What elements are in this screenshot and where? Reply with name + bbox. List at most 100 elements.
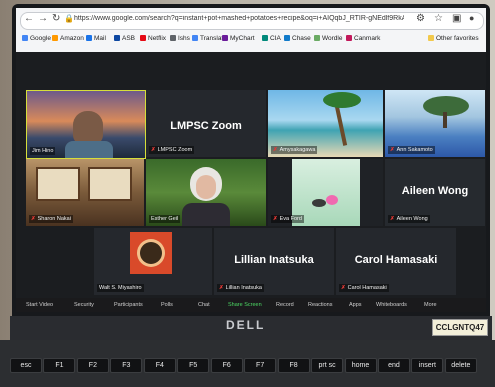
bookmark-label: CIA	[270, 35, 281, 42]
tile-jim-hino[interactable]: Jim Hino	[26, 90, 146, 159]
tile-carol-hamasaki[interactable]: Carol Hamasaki ✗ Carol Hamasaki	[336, 228, 456, 295]
name-tag: ✗ Ann Sakamoto	[388, 146, 435, 154]
zoom-gallery: Jim Hino LMPSC Zoom ✗ LMPSC Zoom ✗ Amysaka…	[16, 52, 486, 298]
back-icon[interactable]: ←	[24, 13, 34, 24]
mic-muted-icon: ✗	[31, 216, 36, 222]
bookmark-mail[interactable]: Mail	[86, 35, 106, 42]
bookmark-icon	[86, 35, 92, 41]
bookmark-label: Chase	[292, 35, 311, 42]
toolbar-start-video[interactable]: Start Video	[26, 302, 53, 308]
tile-ann-sakamoto[interactable]: ✗ Ann Sakamoto	[385, 90, 485, 157]
bookmark-label: Ishs	[178, 35, 190, 42]
key-F7[interactable]: F7	[244, 358, 277, 373]
key-F6[interactable]: F6	[210, 358, 243, 373]
bookmark-icon	[22, 35, 28, 41]
bookmark-icon	[314, 35, 320, 41]
key-delete[interactable]: delete	[444, 358, 477, 373]
key-F3[interactable]: F3	[110, 358, 143, 373]
tile-amysakagawa[interactable]: ✗ Amysakagawa	[268, 90, 383, 157]
asset-sticker: CCLGNTQ47	[432, 319, 488, 336]
tile-walt-miyashiro[interactable]: Walt S. Miyashiro	[94, 228, 212, 295]
bookmark-label: Mail	[94, 35, 106, 42]
name-tag: Esther Geil	[149, 215, 181, 223]
bookmark-wordle[interactable]: Wordle	[314, 35, 342, 42]
key-esc[interactable]: esc	[10, 358, 42, 373]
toolbar-more[interactable]: More	[424, 302, 437, 308]
toolbar-participants[interactable]: Participants	[114, 302, 143, 308]
name-tag: ✗ Amysakagawa	[271, 146, 318, 154]
tile-lillian-inatsuka[interactable]: Lillian Inatsuka ✗ Lillian Inatsuka	[214, 228, 334, 295]
extensions-icon[interactable]: ⚙	[416, 13, 425, 24]
bookmark-asb[interactable]: ASB	[114, 35, 135, 42]
mic-muted-icon: ✗	[273, 147, 278, 153]
key-home[interactable]: home	[344, 358, 377, 373]
big-name: LMPSC Zoom	[170, 120, 242, 132]
tile-aileen-wong[interactable]: Aileen Wong ✗ Aileen Wong	[385, 159, 485, 226]
profile-avatar[interactable]: ●	[469, 13, 474, 23]
collections-icon[interactable]: ▣	[452, 13, 461, 24]
bookmark-label: Amazon	[60, 35, 84, 42]
bookmark-label: Wordle	[322, 35, 343, 42]
forward-icon[interactable]: →	[38, 13, 48, 24]
url-text[interactable]: https://www.google.com/search?q=instant+…	[74, 15, 404, 22]
refresh-icon[interactable]: ↻	[52, 13, 60, 24]
bookmark-icon	[284, 35, 290, 41]
favorites-icon[interactable]: ☆	[434, 13, 443, 24]
lotus-flower	[326, 195, 338, 205]
toolbar-security[interactable]: Security	[74, 302, 94, 308]
key-F8[interactable]: F8	[277, 358, 310, 373]
tile-lmpsc-zoom[interactable]: LMPSC Zoom ✗ LMPSC Zoom	[146, 90, 266, 157]
key-F5[interactable]: F5	[177, 358, 210, 373]
bookmark-canmark[interactable]: Canmark	[346, 35, 380, 42]
toolbar-reactions[interactable]: Reactions	[308, 302, 332, 308]
bookmark-amazon[interactable]: Amazon	[52, 35, 84, 42]
key-prt-sc[interactable]: prt sc	[311, 358, 344, 373]
bookmark-google[interactable]: Google	[22, 35, 51, 42]
profile-picture	[130, 232, 172, 274]
mic-muted-icon: ✗	[219, 285, 224, 291]
bookmark-cia[interactable]: CIA	[262, 35, 281, 42]
tile-sharon-nakai[interactable]: ✗ Sharon Nakai	[26, 159, 144, 226]
other-favorites-folder[interactable]: Other favorites	[428, 35, 479, 42]
bookmark-ishs[interactable]: Ishs	[170, 35, 190, 42]
mic-muted-icon: ✗	[341, 285, 346, 291]
key-end[interactable]: end	[377, 358, 410, 373]
toolbar-share-screen[interactable]: Share Screen	[228, 302, 262, 308]
participant-top	[182, 203, 230, 226]
key-F1[interactable]: F1	[43, 358, 76, 373]
other-favorites-label: Other favorites	[436, 35, 479, 42]
key-insert[interactable]: insert	[411, 358, 444, 373]
toolbar-chat[interactable]: Chat	[198, 302, 210, 308]
key-F2[interactable]: F2	[76, 358, 109, 373]
big-name: Lillian Inatsuka	[234, 254, 314, 266]
zoom-toolbar: Start Video Security Participants Polls Chat…	[16, 298, 486, 312]
keyboard: esc F1 F2 F3 F4 F5 F6 F7 F8 prt sc home end insert de…	[0, 340, 495, 387]
bookmark-netflix[interactable]: Netflix	[140, 35, 166, 42]
bookmark-label: Netflix	[148, 35, 167, 42]
bookmark-label: Google	[30, 35, 51, 42]
key-F4[interactable]: F4	[143, 358, 176, 373]
toolbar-apps[interactable]: Apps	[349, 302, 362, 308]
browser-chrome: ← → ↻ 🔒 https://www.google.com/search?q=…	[16, 8, 486, 52]
bookmark-label: MyChart	[230, 35, 255, 42]
toolbar-record[interactable]: Record	[276, 302, 294, 308]
tile-esther-geil[interactable]: Esther Geil	[146, 159, 266, 226]
shoji-window	[36, 167, 80, 201]
toolbar-polls[interactable]: Polls	[161, 302, 173, 308]
bookmark-label: Canmark	[354, 35, 381, 42]
tile-eva-ford[interactable]: ✗ Eva Ford	[268, 159, 383, 226]
big-name: Carol Hamasaki	[354, 254, 438, 266]
name-tag: ✗ Aileen Wong	[388, 215, 430, 223]
flower-emblem-icon	[140, 242, 162, 264]
name-tag: ✗ LMPSC Zoom	[149, 146, 195, 154]
name-tag: ✗ Sharon Nakai	[29, 215, 73, 223]
toolbar-whiteboards[interactable]: Whiteboards	[376, 302, 407, 308]
zen-stone	[312, 199, 326, 207]
bookmark-mychart[interactable]: MyChart	[222, 35, 255, 42]
bookmark-icon	[192, 35, 198, 41]
big-name: Aileen Wong	[401, 185, 469, 197]
bookmark-chase[interactable]: Chase	[284, 35, 311, 42]
bookmark-icon	[170, 35, 176, 41]
shoji-window-2	[88, 167, 132, 201]
lock-icon: 🔒	[64, 14, 74, 23]
